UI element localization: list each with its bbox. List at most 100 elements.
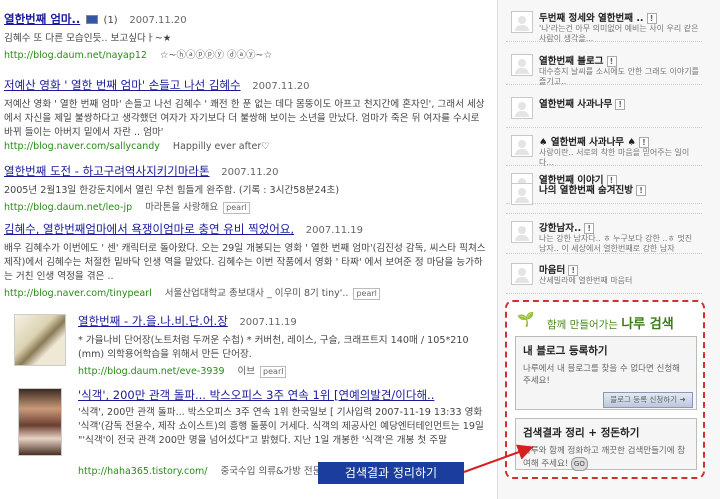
search-results: 열한번째 엄마.. (1) 2007.11.20 김혜수 또 다른 모습인듯..… (0, 0, 492, 499)
result-snippet: 배우 김혜수가 이번에도 ' 센' 캐릭터로 돌아왔다. 오는 29일 개봉되는… (4, 243, 486, 282)
annotation-label: 검색결과 정리하기 (318, 462, 464, 484)
result-snippet: 김혜수 또 다른 모습인듯.. 보고싶다ㅏ~★ (4, 33, 172, 44)
report-icon[interactable]: ! (638, 137, 649, 148)
result-count: (1) (103, 15, 118, 26)
result-item: 열한번째 엄마.. (1) 2007.11.20 김혜수 또 다른 모습인듯..… (4, 12, 490, 61)
result-item: 열한번째 도전 - 하고구려역사지키기마라톤 2007.11.20 2005년 … (4, 164, 490, 214)
result-title-row: 열한번째 엄마.. (1) 2007.11.20 (4, 12, 490, 28)
avatar (511, 11, 533, 33)
sidebar-blog-title[interactable]: 강한남자..! (539, 220, 595, 234)
sidebar-blog-title-text[interactable]: ♠ 열한번째 사과나무 ♠ (539, 137, 636, 148)
sidebar-blog-title-text[interactable]: 두번째 정세와 열한번째 .. (539, 13, 644, 24)
result-item: 열한번째 - 가.을.나.비.단.어.장 2007.11.19 * 가을나비 단… (78, 314, 488, 378)
result-date: 2007.11.20 (221, 167, 279, 178)
sidebar-blog-title-text[interactable]: 마음터 (539, 265, 565, 276)
register-blog-title: 내 블로그 등록하기 (523, 345, 608, 357)
register-blog-desc: 나루에서 내 블로그를 찾을 수 없다면 신청해 주세요! (523, 364, 680, 386)
sidebar-blog-title[interactable]: 두번째 정세와 열한번째 ..! (539, 10, 657, 24)
result-blog-name[interactable]: 이브 (238, 366, 255, 377)
sidebar-blog-title[interactable]: ♠ 열한번째 사과나무 ♠! (539, 134, 649, 148)
sidebar-blog-item[interactable]: ♠ 열한번째 사과나무 ♠! 사랑이란.. 서로의 착한 마음을 믿어주는 일이… (506, 126, 702, 167)
result-url-row: http://blog.naver.com/tinypearl 서울산업대학교 … (4, 285, 490, 300)
result-title-link[interactable]: 열한번째 엄마.. (4, 12, 80, 26)
register-blog-button-label[interactable]: 블로그 등록 신청하기 (610, 395, 677, 404)
sidebar-blog-item[interactable]: 열한번째 블로그! 대수층지 날씨를 소시에도 안한 그래도 이야기를 즐기고.… (506, 45, 702, 86)
report-icon[interactable]: ! (636, 185, 647, 196)
pearl-icon[interactable]: pearl (223, 202, 250, 214)
result-date: 2007.11.20 (252, 81, 310, 92)
report-icon[interactable]: ! (584, 223, 595, 234)
register-blog-button[interactable]: 블로그 등록 신청하기 ➜ (603, 392, 693, 408)
sidebar-blog-title-text[interactable]: 강한남자.. (539, 223, 581, 234)
result-title-row: 김혜수, 열한번째엄마에서 욕쟁이엄마로 충연 유비 찍었어요, 2007.11… (4, 222, 490, 238)
result-blog-name[interactable]: ☆~ⓗⓐⓟⓟⓨ ⓓⓐⓨ~☆ (160, 50, 272, 61)
clean-results-desc: 나루와 함께 정화하고 깨끗한 검색만들기에 참여해 주세요! GO (523, 445, 689, 471)
avatar (511, 263, 533, 285)
sidebar-blog-title-text[interactable]: 열한번째 사과나무 (539, 99, 612, 110)
avatar (511, 183, 533, 205)
clean-results-desc-text: 나루와 함께 정화하고 깨끗한 검색만들기에 참여해 주세요! (523, 446, 686, 469)
result-title-link[interactable]: 열한번째 도전 - 하고구려역사지키기마라톤 (4, 164, 210, 178)
sidebar-blog-desc: '나'라는건 아무 의미없어 예비는 사이 우리 같은 사람이 생각을... (539, 24, 699, 43)
result-url[interactable]: http://blog.daum.net/nayap12 (4, 50, 147, 61)
result-url[interactable]: http://blog.daum.net/eve-3939 (78, 366, 225, 377)
sidebar-blog-item[interactable]: 마음터! 산세빌라에 열한번째 마음터 (506, 254, 702, 294)
result-title-link[interactable]: 열한번째 - 가.을.나.비.단.어.장 (78, 314, 228, 328)
sidebar-blog-title-text[interactable]: 열한번째 블로그 (539, 56, 604, 67)
avatar (511, 135, 533, 157)
result-url[interactable]: http://blog.naver.com/tinypearl (4, 288, 152, 299)
result-blog-name[interactable]: Happilly ever after♡ (173, 141, 270, 152)
sidebar-blog-desc: 대수층지 날씨를 소시에도 안한 그래도 이야기를 즐기고.. (539, 67, 699, 86)
report-icon[interactable]: ! (615, 99, 626, 110)
result-url[interactable]: http://blog.naver.com/sallycandy (4, 141, 160, 152)
sidebar-blog-item[interactable]: 나의 열한번째 숨겨진방! (506, 174, 702, 214)
promo-heading-bold: 나루 검색 (621, 317, 674, 332)
result-snippet: * 가을나비 단어장(노트처럼 두꺼운 수첩) * 커버천, 레이스, 구슬, … (78, 335, 469, 360)
report-icon[interactable]: ! (606, 56, 617, 67)
report-icon[interactable]: ! (568, 265, 579, 276)
result-item: 김혜수, 열한번째엄마에서 욕쟁이엄마로 충연 유비 찍었어요, 2007.11… (4, 222, 490, 300)
report-icon[interactable]: ! (646, 13, 657, 24)
result-title-row: '식객', 200만 관객 돌파... 박스오피스 3주 연속 1위 [연예의발… (78, 388, 488, 402)
sidebar-blog-item[interactable]: 열한번째 사과나무! (506, 88, 702, 128)
result-thumbnail[interactable] (14, 314, 66, 366)
sidebar-blog-title[interactable]: 열한번째 사과나무! (539, 96, 626, 110)
sidebar-blog-item[interactable]: 두번째 정세와 열한번째 ..! '나'라는건 아무 의미없어 예비는 사이 우… (506, 2, 702, 43)
result-title-link[interactable]: '식객', 200만 관객 돌파... 박스오피스 3주 연속 1위 [연예의발… (78, 388, 434, 402)
result-thumbnail[interactable] (18, 388, 62, 456)
sidebar-blog-desc: 나는 강한 남자다.. ㅎ 누구보다 강한 ..ㅎ 멋진 남자.. 이 세상에서… (539, 234, 693, 253)
result-url-row: http://blog.daum.net/eve-3939 이브 pearl (78, 363, 488, 378)
result-url-row: http://blog.naver.com/sallycandy Happill… (4, 141, 490, 152)
tree-icon: 🌱 (517, 312, 535, 328)
arrow-icon (463, 444, 534, 473)
result-url[interactable]: http://blog.daum.net/leo-jp (4, 202, 132, 213)
result-date: 2007.11.19 (239, 317, 297, 328)
promo-header: 🌱 함께 만들어가는 나루 검색 (515, 308, 697, 334)
avatar (511, 97, 533, 119)
promo-heading-small: 함께 만들어가는 (547, 319, 618, 331)
result-snippet: 저예산 영화 ' 열한 번째 엄마' 손들고 나선 김혜수 ' 쾌전 한 푼 없… (4, 99, 485, 138)
result-url-row: http://blog.daum.net/leo-jp 마라톤을 사랑해요 pe… (4, 199, 490, 214)
sidebar-blog-title[interactable]: 열한번째 블로그! (539, 53, 617, 67)
avatar (511, 221, 533, 243)
result-title-row: 열한번째 도전 - 하고구려역사지키기마라톤 2007.11.20 (4, 164, 490, 180)
result-date: 2007.11.19 (305, 225, 364, 236)
result-url-row: http://blog.daum.net/nayap12 ☆~ⓗⓐⓟⓟⓨ ⓓⓐⓨ… (4, 47, 490, 61)
pearl-icon[interactable]: pearl (353, 288, 380, 300)
sidebar-blog-desc: 산세빌라에 열한번째 마음터 (539, 276, 633, 285)
pearl-icon[interactable]: pearl (260, 366, 287, 378)
result-blog-name[interactable]: 서울산업대학교 총보대사 _ 이우미 8기 tiny'.. (165, 288, 349, 299)
go-button[interactable]: GO (570, 457, 588, 471)
result-snippet: '식객', 200만 관객 돌파... 박스오피스 3주 연속 1위 한국일보 … (78, 407, 484, 446)
avatar (511, 54, 533, 76)
result-title-link[interactable]: 김혜수, 열한번째엄마에서 욕쟁이엄마로 충연 유비 찍었어요, (4, 222, 294, 236)
sidebar-blog-title-text[interactable]: 나의 열한번째 숨겨진방 (539, 185, 633, 196)
result-title-link[interactable]: 저예산 영화 ' 열한 번째 엄마' 손들고 나선 김혜수 (4, 78, 241, 92)
result-title-row: 열한번째 - 가.을.나.비.단.어.장 2007.11.19 (78, 314, 488, 330)
sidebar-blog-item[interactable]: 강한남자..! 나는 강한 남자다.. ㅎ 누구보다 강한 ..ㅎ 멋진 남자.… (506, 212, 702, 254)
result-url[interactable]: http://haha365.tistory.com/ (78, 466, 207, 477)
sidebar-blog-title[interactable]: 나의 열한번째 숨겨진방! (539, 182, 647, 196)
result-date: 2007.11.20 (129, 15, 187, 26)
sidebar-blog-title[interactable]: 마음터! (539, 262, 579, 276)
result-blog-name[interactable]: 마라톤을 사랑해요 (145, 202, 218, 213)
